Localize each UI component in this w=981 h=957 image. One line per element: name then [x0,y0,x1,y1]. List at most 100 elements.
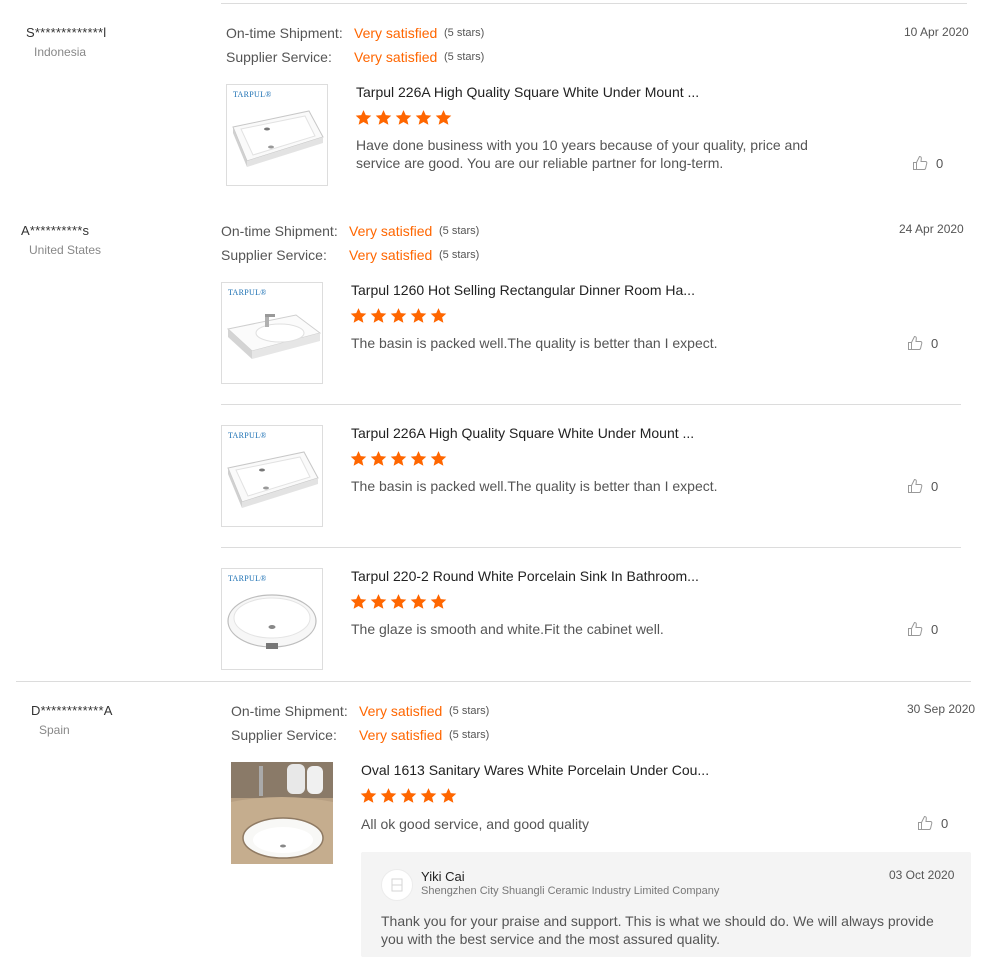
reviewer-country: United States [29,243,102,257]
ontime-stars: (5 stars) [449,705,490,717]
thumbs-up-icon [908,335,923,350]
oval-basin-photo [231,762,333,864]
review-date: 30 Sep 2020 [907,702,976,716]
like-button[interactable]: 0 [912,155,943,171]
star-icon [440,788,457,803]
like-button[interactable]: 0 [917,815,948,831]
star-icon [390,308,407,323]
review-text: The glaze is smooth and white.Fit the ca… [351,621,664,637]
review-text: The basin is packed well.The quality is … [351,478,718,494]
star-icon [375,110,392,125]
star-icon [355,110,372,125]
company-logo-icon [391,878,403,892]
review-divider [16,681,971,682]
like-count: 0 [931,335,939,351]
supplier-reply: Yiki Cai Shengzhen City Shuangli Ceramic… [361,852,971,957]
product-thumbnail[interactable]: TARPUL® [221,425,323,527]
product-thumbnail[interactable]: TARPUL® [221,568,323,670]
ontime-label: On-time Shipment: [221,223,338,239]
rectangular-basin-image [226,314,322,359]
reviewer-country: Spain [39,723,70,737]
ontime-rating: Very satisfied [354,25,438,41]
rating-stars [350,307,447,324]
star-icon [390,451,407,466]
review-date: 24 Apr 2020 [899,222,964,236]
review-text: Have done business with you 10 years bec… [356,137,808,171]
star-icon [360,788,377,803]
reviewer-country: Indonesia [34,45,87,59]
reviewer-name: D************A [31,703,113,718]
product-title-link[interactable]: Tarpul 1260 Hot Selling Rectangular Dinn… [351,282,695,298]
supplier-stars: (5 stars) [449,729,490,741]
star-icon [430,451,447,466]
star-icon [430,308,447,323]
reviewer-name: S*************l [26,25,107,40]
star-icon [395,110,412,125]
star-icon [380,788,397,803]
product-divider [221,547,961,548]
ontime-stars: (5 stars) [444,27,485,39]
ontime-stars: (5 stars) [439,225,480,237]
star-icon [420,788,437,803]
like-count: 0 [931,478,939,494]
supplier-stars: (5 stars) [444,51,485,63]
ontime-rating: Very satisfied [359,703,443,719]
thumbs-up-icon [913,155,928,170]
supplier-label: Supplier Service: [231,727,337,743]
star-icon [410,594,427,609]
top-divider [221,3,967,4]
reviewer-name: A**********s [21,223,90,238]
star-icon [370,451,387,466]
ontime-label: On-time Shipment: [226,25,343,41]
star-icon [435,110,452,125]
star-icon [370,308,387,323]
product-title-link[interactable]: Oval 1613 Sanitary Wares White Porcelain… [361,762,709,778]
product-title-link[interactable]: Tarpul 220-2 Round White Porcelain Sink … [351,568,699,584]
supplier-stars: (5 stars) [439,249,480,261]
ontime-label: On-time Shipment: [231,703,348,719]
avatar [381,869,413,901]
review-text: The basin is packed well.The quality is … [351,335,718,351]
star-icon [400,788,417,803]
ontime-rating: Very satisfied [349,223,433,239]
star-icon [350,594,367,609]
like-count: 0 [931,621,939,637]
rating-stars [350,593,447,610]
thumbs-up-icon [908,478,923,493]
rating-stars [360,787,457,804]
star-icon [430,594,447,609]
like-button[interactable]: 0 [907,478,938,494]
square-sink-image [227,451,319,508]
review-date: 10 Apr 2020 [904,25,969,39]
like-button[interactable]: 0 [907,335,938,351]
product-thumbnail[interactable] [231,762,333,864]
star-icon [350,451,367,466]
star-icon [410,451,427,466]
like-button[interactable]: 0 [907,621,938,637]
product-title-link[interactable]: Tarpul 226A High Quality Square White Un… [356,84,699,100]
supplier-rating: Very satisfied [349,247,433,263]
reply-date: 03 Oct 2020 [889,868,955,882]
supplier-rating: Very satisfied [359,727,443,743]
square-sink-image [232,110,324,167]
star-icon [350,308,367,323]
supplier-label: Supplier Service: [226,49,332,65]
like-count: 0 [936,155,944,171]
product-thumbnail[interactable]: TARPUL® [221,282,323,384]
product-thumbnail[interactable]: TARPUL® [226,84,328,186]
round-sink-image [227,594,317,649]
like-count: 0 [941,815,949,831]
product-title-link[interactable]: Tarpul 226A High Quality Square White Un… [351,425,694,441]
star-icon [415,110,432,125]
rating-stars [355,109,452,126]
reply-company: Shengzhen City Shuangli Ceramic Industry… [421,885,720,897]
thumbs-up-icon [918,815,933,830]
thumbs-up-icon [908,621,923,636]
supplier-rating: Very satisfied [354,49,438,65]
star-icon [370,594,387,609]
supplier-label: Supplier Service: [221,247,327,263]
reply-text: Thank you for your praise and support. T… [381,913,934,947]
product-divider [221,404,961,405]
star-icon [410,308,427,323]
star-icon [390,594,407,609]
